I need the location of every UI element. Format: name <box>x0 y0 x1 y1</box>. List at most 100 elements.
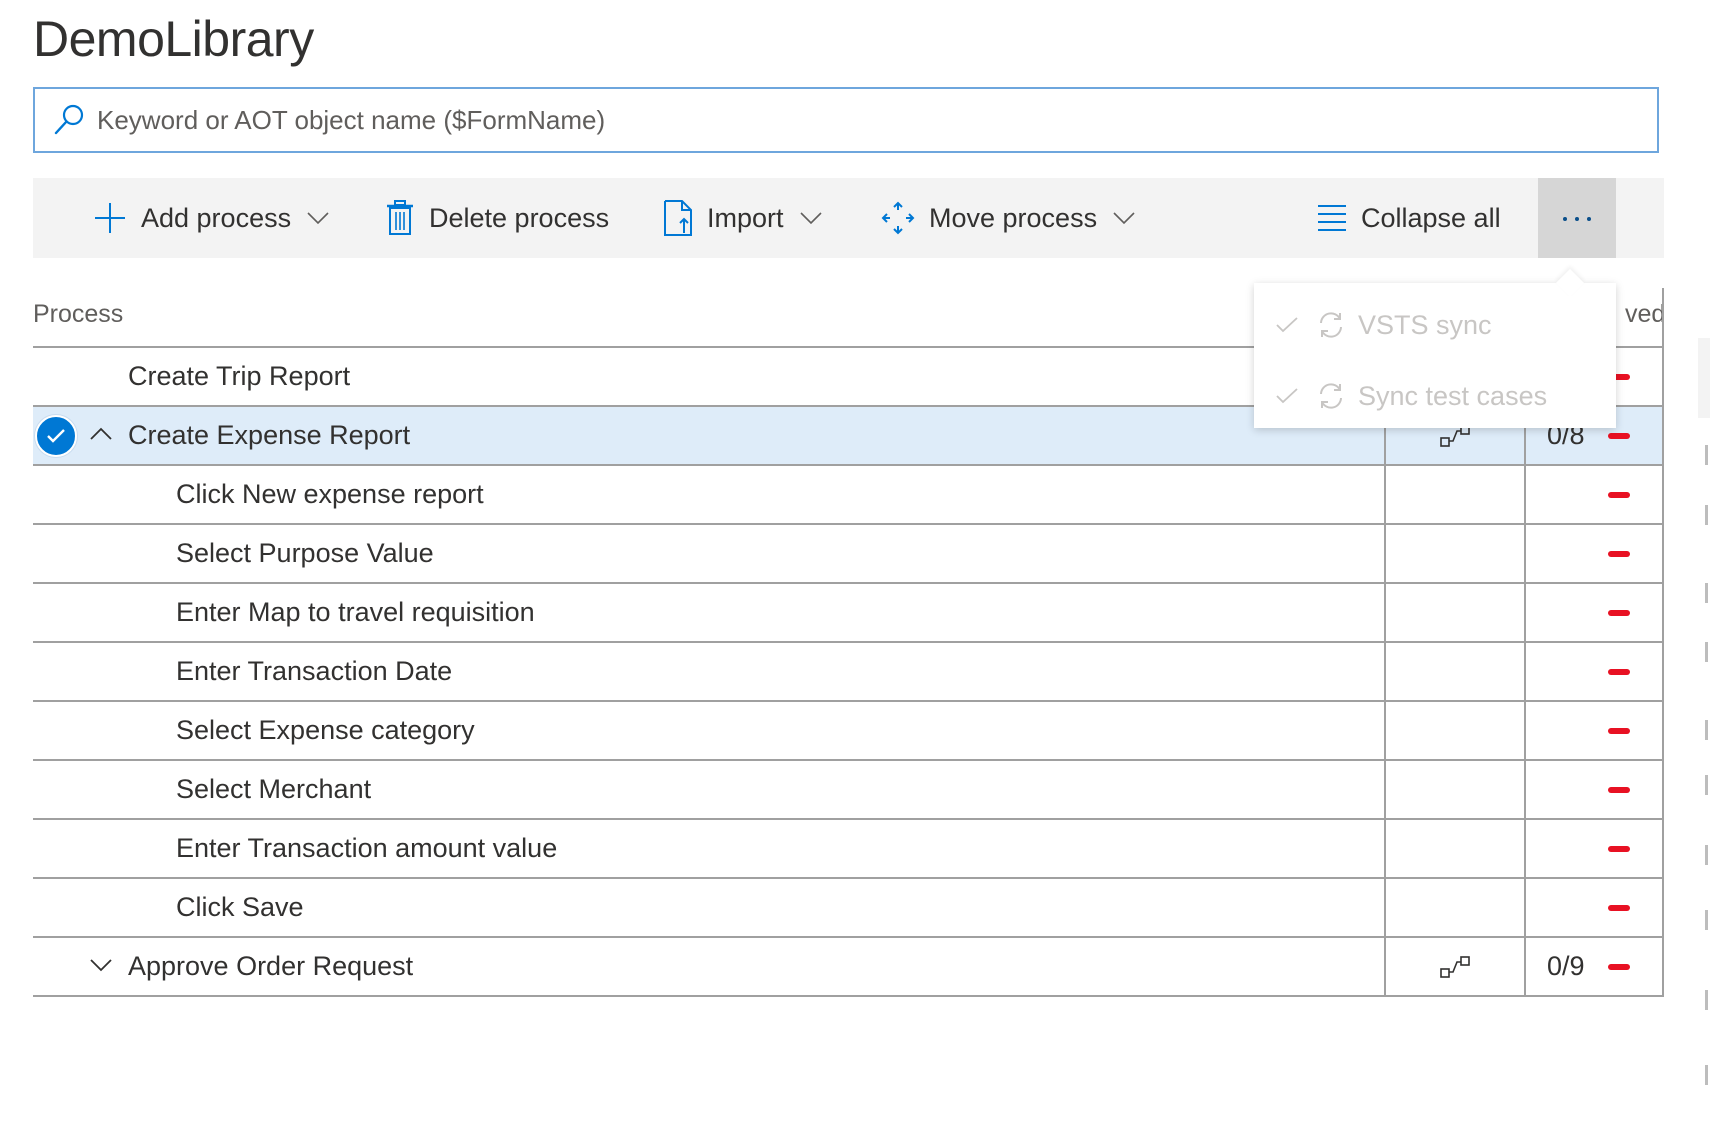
test-count: 0/9 <box>1547 951 1585 981</box>
delete-process-button[interactable]: Delete process <box>385 178 609 258</box>
grid-right-border <box>1662 761 1664 820</box>
step-row[interactable]: Enter Transaction Date <box>33 643 1664 702</box>
more-options-button[interactable] <box>1538 178 1616 258</box>
column-divider <box>1384 879 1386 938</box>
side-panel-mark <box>1705 445 1708 465</box>
page-title: DemoLibrary <box>33 11 314 67</box>
process-row[interactable]: Approve Order Request 0/9 <box>33 938 1664 997</box>
grid-right-border <box>1662 643 1664 702</box>
row-name: Create Trip Report <box>128 361 351 391</box>
side-panel-mark <box>1705 775 1708 795</box>
column-divider <box>1384 643 1386 702</box>
column-divider <box>1524 643 1526 702</box>
grid-right-border <box>1662 525 1664 584</box>
grid-right-border <box>1662 288 1664 348</box>
status-dash-icon <box>1608 905 1630 911</box>
row-name: Enter Transaction amount value <box>176 833 558 863</box>
column-divider <box>1524 761 1526 820</box>
step-row[interactable]: Select Merchant <box>33 761 1664 820</box>
column-divider <box>1384 761 1386 820</box>
chevron-down-icon <box>1113 211 1135 225</box>
import-file-icon <box>663 199 693 237</box>
status-dash-icon <box>1608 610 1630 616</box>
menu-item-sync-test-cases[interactable]: Sync test cases <box>1254 366 1616 426</box>
move-arrows-icon <box>881 201 915 235</box>
more-ellipsis-icon <box>1562 209 1592 227</box>
side-panel-mark <box>1705 583 1708 603</box>
column-divider <box>1384 466 1386 525</box>
move-process-label: Move process <box>929 202 1098 233</box>
side-panel-mark <box>1705 990 1708 1010</box>
side-panel-mark <box>1705 720 1708 740</box>
column-divider <box>1524 938 1526 997</box>
column-header-last[interactable]: ved <box>1625 300 1665 329</box>
add-process-button[interactable]: Add process <box>93 178 329 258</box>
step-row[interactable]: Select Expense category <box>33 702 1664 761</box>
row-name: Enter Map to travel requisition <box>176 597 535 627</box>
more-options-menu: VSTS sync Sync test cases <box>1254 268 1616 428</box>
column-header-process[interactable]: Process <box>33 300 123 329</box>
checkmark-icon <box>1276 317 1306 333</box>
chevron-down-icon <box>799 211 822 225</box>
column-divider <box>1524 584 1526 643</box>
row-name: Select Expense category <box>176 715 475 745</box>
column-divider <box>1524 466 1526 525</box>
chevron-up-icon[interactable] <box>89 421 113 454</box>
checkmark-icon <box>1276 388 1306 404</box>
side-panel-mark <box>1705 910 1708 930</box>
menu-item-label: VSTS sync <box>1358 309 1492 340</box>
side-panel-edge <box>1698 338 1710 418</box>
status-dash-icon <box>1608 433 1630 439</box>
trash-icon <box>385 200 415 236</box>
column-divider <box>1384 938 1386 997</box>
row-name: Enter Transaction Date <box>176 656 453 686</box>
search-input[interactable] <box>95 103 1657 137</box>
list-lines-icon <box>1317 204 1347 232</box>
chevron-down-icon[interactable] <box>89 952 113 985</box>
step-row[interactable]: Enter Map to travel requisition <box>33 584 1664 643</box>
move-process-button[interactable]: Move process <box>881 178 1135 258</box>
menu-item-label: Sync test cases <box>1358 380 1548 411</box>
menu-beak <box>1555 268 1585 298</box>
collapse-all-button[interactable]: Collapse all <box>1317 178 1501 258</box>
delete-process-label: Delete process <box>429 202 610 233</box>
plus-icon <box>93 201 127 235</box>
column-divider <box>1524 820 1526 879</box>
column-divider <box>1384 820 1386 879</box>
flow-diagram-icon[interactable] <box>1439 952 1471 987</box>
status-dash-icon <box>1608 669 1630 675</box>
sync-icon <box>1316 310 1346 340</box>
column-divider <box>1524 879 1526 938</box>
row-name: Select Merchant <box>176 774 372 804</box>
step-row[interactable]: Enter Transaction amount value <box>33 820 1664 879</box>
grid-right-border <box>1662 466 1664 525</box>
add-process-label: Add process <box>141 202 292 233</box>
import-label: Import <box>707 202 784 233</box>
row-name: Click New expense report <box>176 479 484 509</box>
side-panel-mark <box>1705 505 1708 525</box>
search-icon <box>49 100 89 140</box>
status-dash-icon <box>1608 728 1630 734</box>
grid-rows: Create Trip Report Create Expense Report 0… <box>33 348 1664 997</box>
grid-right-border <box>1662 584 1664 643</box>
row-selected-check-icon[interactable] <box>35 415 77 457</box>
side-panel-mark <box>1705 642 1708 662</box>
step-row[interactable]: Select Purpose Value <box>33 525 1664 584</box>
search-box[interactable] <box>33 87 1659 153</box>
status-dash-icon <box>1608 551 1630 557</box>
step-row[interactable]: Click New expense report <box>33 466 1664 525</box>
side-panel-mark <box>1705 1065 1708 1085</box>
step-row[interactable]: Click Save <box>33 879 1664 938</box>
command-bar: Add process Delete process Import Move p… <box>33 178 1664 258</box>
chevron-down-icon <box>307 211 329 225</box>
column-divider <box>1524 525 1526 584</box>
row-name: Approve Order Request <box>128 951 414 981</box>
menu-item-vsts-sync[interactable]: VSTS sync <box>1254 295 1616 355</box>
collapse-all-label: Collapse all <box>1361 202 1501 233</box>
status-dash-icon <box>1608 492 1630 498</box>
grid-right-border <box>1662 879 1664 938</box>
import-button[interactable]: Import <box>663 178 822 258</box>
status-dash-icon <box>1608 787 1630 793</box>
column-divider <box>1384 525 1386 584</box>
grid-right-border <box>1662 938 1664 997</box>
